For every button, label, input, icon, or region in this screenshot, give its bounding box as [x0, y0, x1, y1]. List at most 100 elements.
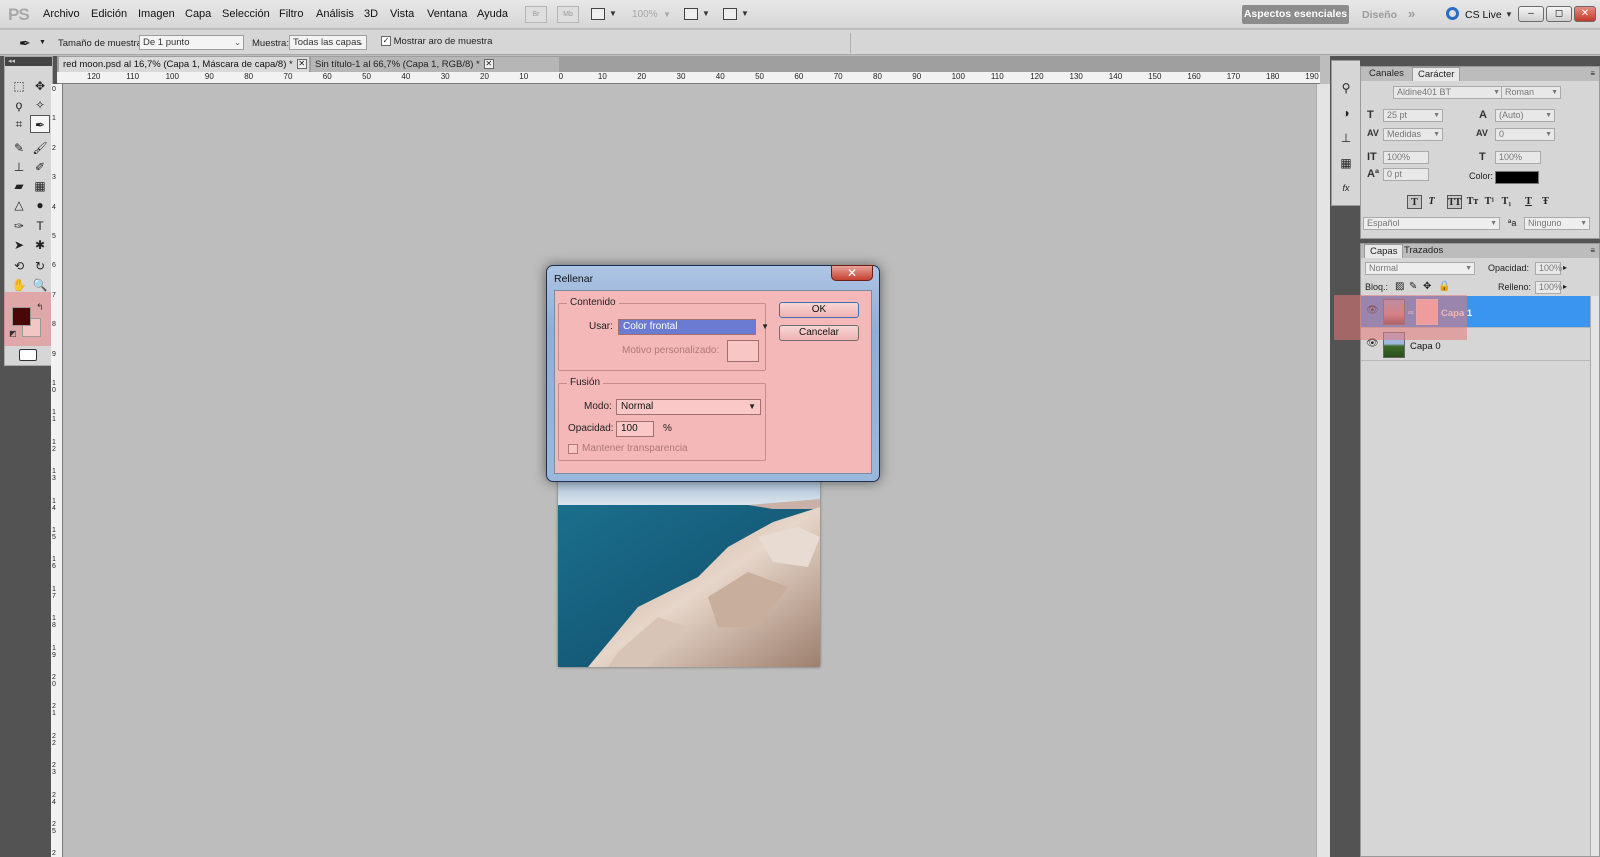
tab-sin-titulo[interactable]: Sin título-1 al 66,7% (Capa 1, RGB/8) * ✕ — [311, 57, 559, 72]
show-sampling-ring-checkbox[interactable]: ✓ Mostrar aro de muestra — [381, 36, 492, 47]
tab-trazados[interactable]: Trazados — [1399, 244, 1448, 258]
font-family-select[interactable]: Aldine401 BT ▼ — [1393, 86, 1503, 99]
lock-transparent-icon[interactable]: ▨ — [1395, 281, 1404, 292]
zoom-dropdown-icon[interactable]: ▼ — [663, 10, 671, 19]
kerning-select[interactable]: Medidas ▼ — [1383, 128, 1443, 141]
grid-panel-icon[interactable]: ▦ — [1338, 156, 1354, 170]
menu-3d[interactable]: 3D — [364, 8, 378, 20]
bridge-icon[interactable]: Br — [525, 6, 547, 23]
eyedropper-preset-icon[interactable]: ✒ — [19, 35, 31, 52]
close-tab-icon[interactable]: ✕ — [483, 59, 494, 70]
zoom-level[interactable]: 100% — [632, 9, 658, 20]
3d-orbit-tool-icon[interactable]: ↻ — [30, 257, 50, 275]
adjustments-panel-icon[interactable]: ◑ — [1338, 106, 1354, 120]
tool-preset-dropdown-icon[interactable]: ▼ — [39, 39, 46, 46]
opacity-slider-icon[interactable]: ▸ — [1563, 263, 1567, 272]
canvas-scrollbar[interactable] — [1316, 84, 1330, 857]
menu-imagen[interactable]: Imagen — [138, 8, 175, 20]
faux-italic-button[interactable]: T — [1424, 195, 1439, 209]
menu-edicion[interactable]: Edición — [91, 8, 127, 20]
cslive-icon[interactable] — [1446, 7, 1459, 20]
swap-colors-icon[interactable]: ↰ — [36, 302, 44, 313]
menu-capa[interactable]: Capa — [185, 8, 211, 20]
layers-scrollbar[interactable] — [1590, 296, 1599, 856]
healing-brush-tool-icon[interactable]: ✎ — [9, 139, 29, 157]
lasso-tool-icon[interactable]: ϙ — [9, 96, 29, 114]
sample-size-select[interactable]: De 1 punto ⌄ — [139, 35, 244, 50]
preserve-transparency-checkbox[interactable] — [568, 444, 578, 454]
workspace-design-button[interactable]: Diseño — [1362, 9, 1397, 21]
menu-vista[interactable]: Vista — [390, 8, 414, 20]
language-select[interactable]: Español ▼ — [1363, 217, 1500, 230]
close-tab-icon[interactable]: ✕ — [296, 59, 307, 70]
custom-shape-tool-icon[interactable]: ✱ — [30, 236, 50, 254]
stamp-panel-icon[interactable]: ⊥ — [1338, 131, 1354, 145]
default-colors-icon[interactable]: ◩ — [9, 329, 17, 338]
text-color-swatch[interactable] — [1495, 171, 1539, 184]
dodge-tool-icon[interactable]: ● — [30, 196, 50, 214]
menu-archivo[interactable]: Archivo — [43, 8, 80, 20]
menu-filtro[interactable]: Filtro — [279, 8, 303, 20]
dialog-close-button[interactable]: ✕ — [831, 265, 873, 281]
vertical-scale-input[interactable]: 100% — [1383, 151, 1429, 164]
opacity-input[interactable]: 100 — [616, 421, 654, 437]
move-tool-icon[interactable]: ✥ — [30, 77, 50, 95]
use-select[interactable]: Color frontal ▼ — [618, 319, 769, 335]
panel-menu-icon[interactable]: ≡ — [1590, 69, 1595, 78]
view-extras-dropdown[interactable]: ▼ — [591, 6, 621, 23]
brush-tool-icon[interactable]: 🖌 — [30, 139, 50, 157]
mode-select[interactable]: Normal ▼ — [616, 399, 761, 415]
tracking-select[interactable]: 0 ▼ — [1495, 128, 1555, 141]
menu-seleccion[interactable]: Selección — [222, 8, 270, 20]
eraser-tool-icon[interactable]: ▰ — [9, 177, 29, 195]
layers-panel-menu-icon[interactable]: ≡ — [1590, 246, 1595, 255]
menu-ventana[interactable]: Ventana — [427, 8, 467, 20]
marquee-tool-icon[interactable]: ⬚ — [9, 77, 29, 95]
arrange-documents-dropdown[interactable]: ▼ — [684, 6, 714, 23]
baseline-shift-input[interactable]: 0 pt — [1383, 168, 1429, 181]
magic-wand-tool-icon[interactable]: ✧ — [30, 96, 50, 114]
3d-rotate-tool-icon[interactable]: ⟲ — [9, 257, 29, 275]
toolbox-collapse-icon[interactable]: ◂◂ — [5, 57, 52, 66]
menu-analisis[interactable]: Análisis — [316, 8, 354, 20]
strikethrough-button[interactable]: Ŧ — [1538, 195, 1553, 209]
minimize-button[interactable]: – — [1518, 6, 1544, 22]
type-tool-icon[interactable]: T — [30, 217, 50, 235]
clone-stamp-tool-icon[interactable]: ⊥ — [9, 158, 29, 176]
tab-red-moon[interactable]: red moon.psd al 16,7% (Capa 1, Máscara d… — [59, 57, 309, 72]
lock-pixels-icon[interactable]: ✎ — [1409, 281, 1417, 292]
pen-tool-icon[interactable]: ✑ — [9, 217, 29, 235]
font-style-select[interactable]: Roman ▼ — [1501, 86, 1561, 99]
font-size-input[interactable]: 25 pt ▼ — [1383, 109, 1443, 122]
horizontal-scale-input[interactable]: 100% — [1495, 151, 1541, 164]
restore-button[interactable]: ◻ — [1546, 6, 1572, 22]
cslive-menu[interactable]: CS Live — [1465, 9, 1502, 21]
superscript-button[interactable]: T¹ — [1482, 195, 1497, 209]
all-caps-button[interactable]: TT — [1447, 195, 1462, 209]
foreground-color-swatch[interactable] — [12, 307, 31, 326]
fill-slider-icon[interactable]: ▸ — [1563, 282, 1567, 291]
menu-ayuda[interactable]: Ayuda — [477, 8, 508, 20]
faux-bold-button[interactable]: T — [1407, 195, 1422, 209]
swatches-panel-icon[interactable]: ⚲ — [1338, 81, 1354, 95]
layer-opacity-input[interactable]: 100% — [1535, 262, 1562, 275]
subscript-button[interactable]: T₁ — [1499, 195, 1514, 209]
quick-mask-icon[interactable] — [19, 349, 37, 361]
close-window-button[interactable]: ✕ — [1574, 6, 1596, 22]
fill-input[interactable]: 100% — [1535, 281, 1562, 294]
minibridge-icon[interactable]: Mb — [557, 6, 579, 23]
workspace-essentials-button[interactable]: Aspectos esenciales — [1242, 5, 1349, 24]
crop-tool-icon[interactable]: ⌗ — [9, 115, 29, 133]
ok-button[interactable]: OK — [779, 302, 859, 318]
sample-layers-select[interactable]: Todas las capas ⌄ — [289, 35, 367, 50]
styles-panel-icon[interactable]: fx — [1338, 181, 1354, 195]
path-selection-tool-icon[interactable]: ➤ — [9, 236, 29, 254]
gradient-tool-icon[interactable]: ▦ — [30, 177, 50, 195]
lock-all-icon[interactable]: 🔒 — [1438, 281, 1450, 292]
small-caps-button[interactable]: Tт — [1465, 195, 1480, 209]
cancel-button[interactable]: Cancelar — [779, 325, 859, 341]
blur-tool-icon[interactable]: △ — [9, 196, 29, 214]
screen-mode-dropdown[interactable]: ▼ — [723, 6, 753, 23]
history-brush-tool-icon[interactable]: ✐ — [30, 158, 50, 176]
antialias-select[interactable]: Ninguno ▼ — [1524, 217, 1590, 230]
